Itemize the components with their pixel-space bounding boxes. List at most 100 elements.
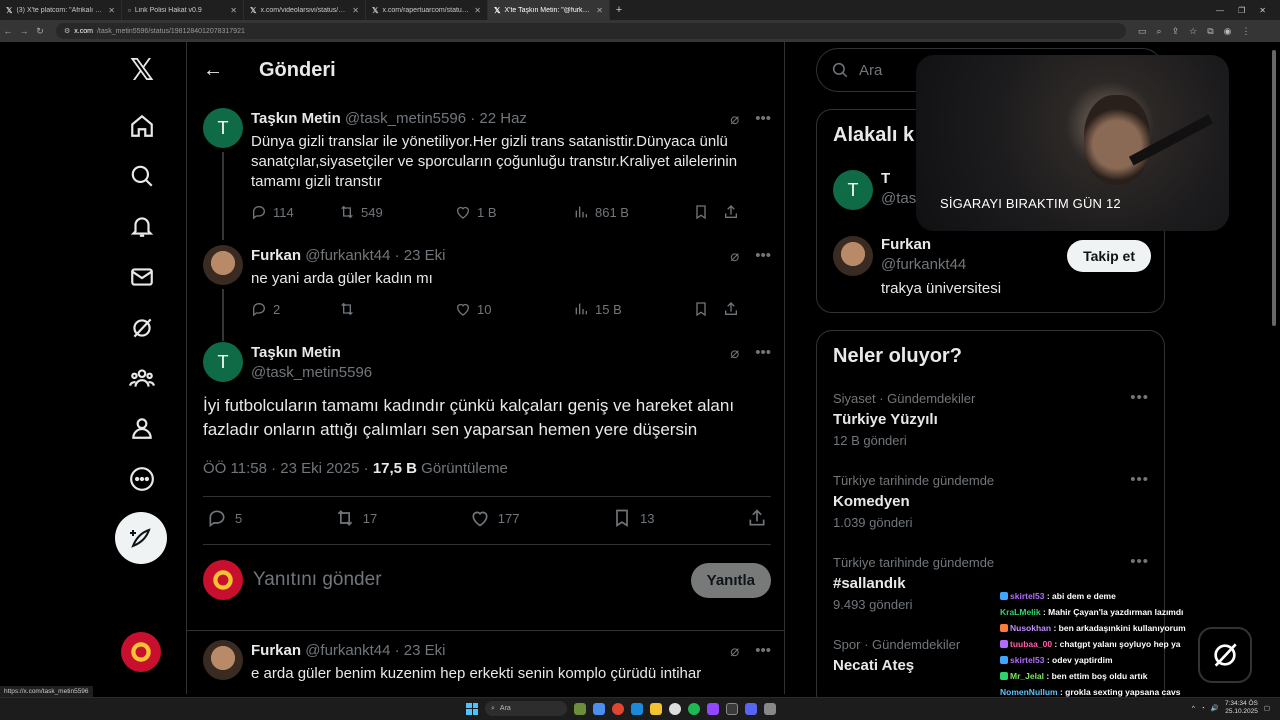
grok-icon[interactable] — [128, 314, 156, 342]
messages-envelope-icon[interactable] — [128, 263, 156, 291]
views-button[interactable]: 15 B — [573, 301, 693, 317]
app-icon[interactable] — [764, 702, 776, 715]
tray-chevron-icon[interactable]: ^ — [1192, 705, 1195, 712]
zoom-icon[interactable]: ⌕ — [1157, 26, 1162, 37]
file-explorer-icon[interactable] — [650, 702, 662, 715]
back-arrow-icon[interactable]: ← — [203, 59, 223, 82]
more-icon[interactable]: ••• — [1130, 471, 1149, 488]
reply-input[interactable]: Yanıtını gönder — [253, 569, 691, 591]
more-icon[interactable]: ••• — [1130, 553, 1149, 570]
edge-icon[interactable] — [631, 702, 643, 715]
app-icon[interactable] — [707, 702, 719, 715]
more-icon[interactable]: ••• — [755, 110, 771, 128]
avatar[interactable]: T — [203, 108, 243, 148]
author-handle[interactable]: @task_metin5596 — [345, 110, 466, 127]
avatar[interactable] — [203, 640, 243, 680]
new-tab-button[interactable]: + — [610, 4, 628, 16]
windows-start-icon[interactable] — [466, 702, 478, 715]
forward-icon[interactable]: → — [16, 26, 32, 36]
bookmark-icon[interactable] — [693, 204, 723, 220]
more-icon[interactable]: ••• — [755, 247, 771, 265]
bookmark-star-icon[interactable]: ☆ — [1189, 26, 1197, 37]
thread-post[interactable]: Furkan @furkankt44 · 23 Eki ⌀ ••• ne yani… — [203, 245, 771, 341]
related-person[interactable]: Furkan @furkankt44 trakya üniversitesi T… — [833, 236, 1151, 297]
reply-button[interactable]: 2 — [251, 301, 339, 317]
post-timestamp[interactable]: ÖÖ 11:58 · 23 Eki 2025 · — [203, 460, 373, 477]
post-date[interactable]: · 23 Eki — [395, 247, 446, 264]
author-name[interactable]: Furkan — [251, 642, 301, 659]
repost-button[interactable]: 549 — [339, 204, 455, 220]
share-icon[interactable] — [723, 204, 739, 220]
close-icon[interactable]: ✕ — [108, 6, 115, 15]
profile-person-icon[interactable] — [128, 414, 156, 442]
reply-post[interactable]: Furkan @furkankt44 · 23 Eki ⌀ ••• e arda … — [203, 640, 771, 694]
x-logo-icon[interactable]: 𝕏 — [128, 53, 156, 88]
clock[interactable]: 7:34:34 ÖS 25.10.2025 — [1225, 700, 1258, 716]
avatar[interactable] — [833, 236, 873, 276]
grok-icon[interactable]: ⌀ — [730, 344, 739, 362]
bookmark-button[interactable]: 13 — [612, 508, 654, 528]
menu-icon[interactable]: ⋮ — [1241, 26, 1250, 37]
like-button[interactable]: 177 — [470, 508, 519, 528]
repost-button[interactable]: 17 — [335, 508, 377, 528]
thread-post[interactable]: T Taşkın Metin @task_metin5596 · 22 Haz … — [203, 108, 771, 240]
trend-item[interactable]: Türkiye tarihinde gündemde Komedyen 1.03… — [833, 471, 1151, 530]
obs-icon[interactable] — [726, 702, 738, 715]
account-avatar[interactable] — [121, 632, 161, 672]
share-icon[interactable] — [723, 301, 739, 317]
browser-tab[interactable]: 𝕏(3) X'te platcom: "Afrikalı bir gö...✕ — [0, 0, 122, 20]
avatar[interactable] — [203, 245, 243, 285]
like-button[interactable]: 1 B — [455, 204, 573, 220]
author-handle[interactable]: @task_metin5596 — [251, 364, 372, 381]
trend-item[interactable]: Siyaset · Gündemdekiler Türkiye Yüzyılı … — [833, 389, 1151, 448]
follow-button[interactable]: Takip et — [1067, 240, 1151, 272]
author-handle[interactable]: @furkankt44 — [305, 642, 390, 659]
author-name[interactable]: Taşkın Metin — [251, 110, 341, 127]
author-handle[interactable]: @furkankt44 — [305, 247, 390, 264]
person-name[interactable]: Furkan — [881, 236, 931, 253]
spotify-icon[interactable] — [688, 702, 700, 715]
grok-icon[interactable]: ⌀ — [730, 110, 739, 128]
grok-floating-button[interactable] — [1198, 627, 1252, 683]
repost-button[interactable] — [339, 301, 455, 317]
author-name[interactable]: Taşkın Metin — [251, 344, 372, 361]
more-options-icon[interactable] — [128, 465, 156, 493]
extensions-icon[interactable]: ⧉ — [1207, 26, 1213, 37]
browser-tab[interactable]: 𝕏x.com/rapertuarcom/status/19...✕ — [366, 0, 488, 20]
search-icon[interactable] — [128, 162, 156, 190]
profile-icon[interactable]: ◉ — [1224, 26, 1232, 37]
reply-button[interactable]: 114 — [251, 204, 339, 220]
compose-post-button[interactable] — [115, 512, 167, 564]
scrollbar-thumb[interactable] — [1272, 50, 1276, 326]
grok-icon[interactable]: ⌀ — [730, 247, 739, 265]
minimize-icon[interactable]: — — [1216, 6, 1224, 15]
taskbar-search[interactable]: ⌕ Ara — [485, 701, 567, 716]
more-icon[interactable]: ••• — [1130, 389, 1149, 406]
like-button[interactable]: 10 — [455, 301, 573, 317]
post-date[interactable]: · 22 Haz — [470, 110, 527, 127]
reply-button[interactable]: 5 — [207, 508, 242, 528]
more-icon[interactable]: ••• — [755, 344, 771, 362]
more-icon[interactable]: ••• — [755, 642, 771, 660]
maximize-icon[interactable]: ❐ — [1238, 6, 1245, 15]
views-button[interactable]: 861 B — [573, 204, 693, 220]
chrome-icon[interactable] — [612, 702, 624, 715]
browser-tab[interactable]: ▫ Link Polisi Hakat v0.9 ✕ — [122, 0, 244, 20]
app-icon[interactable] — [669, 702, 681, 715]
home-icon[interactable] — [128, 112, 156, 140]
share-icon[interactable] — [747, 508, 767, 528]
widgets-icon[interactable] — [574, 702, 586, 715]
notifications-bell-icon[interactable] — [128, 212, 156, 240]
share-icon[interactable]: ⇪ — [1172, 26, 1180, 37]
close-icon[interactable]: ✕ — [474, 6, 481, 15]
back-icon[interactable]: ← — [0, 26, 16, 36]
grok-icon[interactable]: ⌀ — [730, 642, 739, 660]
avatar[interactable]: T — [833, 170, 873, 210]
close-icon[interactable]: ✕ — [596, 6, 603, 15]
avatar[interactable]: T — [203, 342, 243, 382]
person-name[interactable]: T — [881, 170, 890, 187]
close-icon[interactable]: ✕ — [352, 6, 359, 15]
close-icon[interactable]: ✕ — [230, 6, 237, 15]
close-window-icon[interactable]: ✕ — [1259, 6, 1266, 15]
reload-icon[interactable]: ↻ — [32, 26, 48, 37]
